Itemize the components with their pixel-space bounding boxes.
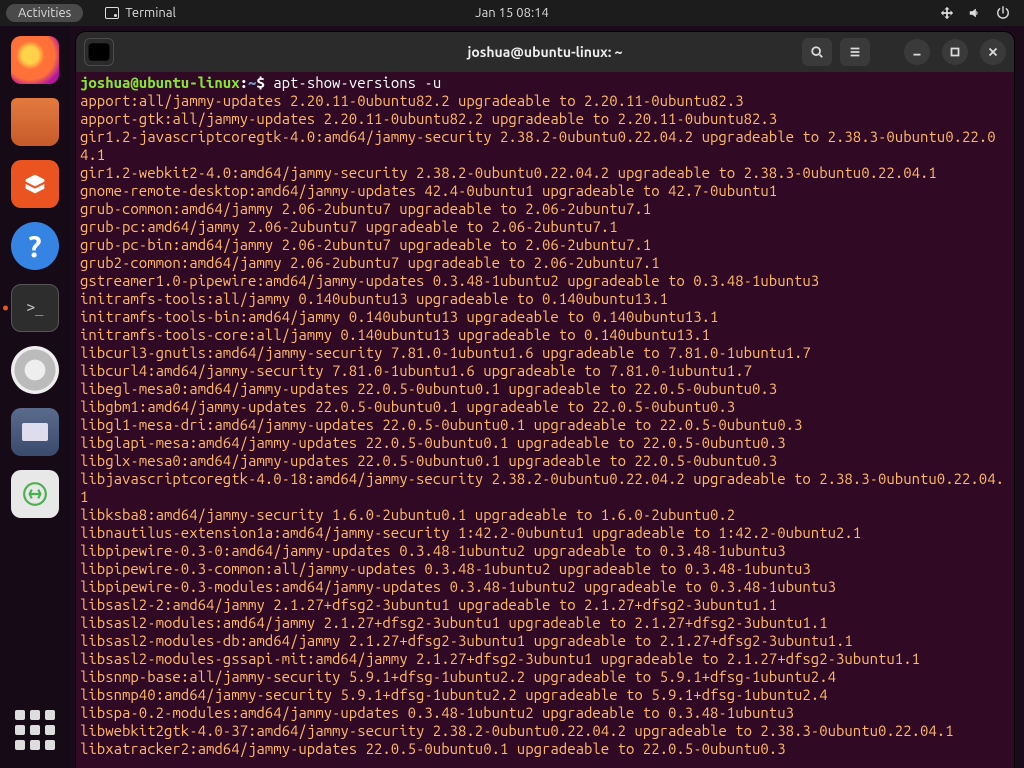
terminal-output-line: libjavascriptcoregtk-4.0-18:amd64/jammy-… xyxy=(80,470,1010,506)
terminal-window: joshua@ubuntu-linux: ~ joshua@ubuntu-lin… xyxy=(76,32,1014,768)
volume-icon xyxy=(968,6,982,20)
new-tab-button[interactable] xyxy=(84,38,114,66)
terminal-output-line: grub-pc:amd64/jammy 2.06-2ubuntu7 upgrad… xyxy=(80,218,1010,236)
terminal-output-line: gir1.2-javascriptcoregtk-4.0:amd64/jammy… xyxy=(80,128,1010,164)
terminal-output-line: grub-pc-bin:amd64/jammy 2.06-2ubuntu7 up… xyxy=(80,236,1010,254)
terminal-output-area[interactable]: joshua@ubuntu-linux:~$ apt-show-versions… xyxy=(76,72,1014,768)
terminal-output-line: libgbm1:amd64/jammy-updates 22.0.5-0ubun… xyxy=(80,398,1010,416)
terminal-output-line: libsasl2-modules-db:amd64/jammy 2.1.27+d… xyxy=(80,632,1010,650)
terminal-output-line: libxatracker2:amd64/jammy-updates 22.0.5… xyxy=(80,740,1010,758)
terminal-output-line: initramfs-tools:all/jammy 0.140ubuntu13 … xyxy=(80,290,1010,308)
terminal-output-line: libnautilus-extension1a:amd64/jammy-secu… xyxy=(80,524,1010,542)
terminal-output-line: initramfs-tools-bin:amd64/jammy 0.140ubu… xyxy=(80,308,1010,326)
dock-screenshot[interactable] xyxy=(11,408,59,456)
search-button[interactable] xyxy=(802,38,832,66)
terminal-output-line: libsasl2-2:amd64/jammy 2.1.27+dfsg2-3ubu… xyxy=(80,596,1010,614)
terminal-output-line: grub2-common:amd64/jammy 2.06-2ubuntu7 u… xyxy=(80,254,1010,272)
active-indicator-dot xyxy=(3,306,8,311)
active-app-label: Terminal xyxy=(125,6,176,20)
terminal-output-line: libksba8:amd64/jammy-security 1.6.0-2ubu… xyxy=(80,506,1010,524)
window-titlebar: joshua@ubuntu-linux: ~ xyxy=(76,32,1014,72)
terminal-output-line: libsasl2-modules:amd64/jammy 2.1.27+dfsg… xyxy=(80,614,1010,632)
hamburger-menu-button[interactable] xyxy=(840,38,870,66)
dock-terminal[interactable]: >_ xyxy=(11,284,59,332)
terminal-output-line: gstreamer1.0-pipewire:amd64/jammy-update… xyxy=(80,272,1010,290)
terminal-output-line: libcurl3-gnutls:amd64/jammy-security 7.8… xyxy=(80,344,1010,362)
terminal-output-line: libpipewire-0.3-modules:amd64/jammy-upda… xyxy=(80,578,1010,596)
dock-help[interactable]: ? xyxy=(11,222,59,270)
terminal-output-line: gnome-remote-desktop:amd64/jammy-updates… xyxy=(80,182,1010,200)
terminal-output-line: libglapi-mesa:amd64/jammy-updates 22.0.5… xyxy=(80,434,1010,452)
clock[interactable]: Jan 15 08:14 xyxy=(475,6,549,20)
dock-firefox[interactable] xyxy=(11,36,59,84)
gnome-dock: ? >_ xyxy=(0,26,70,768)
close-button[interactable] xyxy=(980,39,1006,65)
power-icon xyxy=(996,6,1010,20)
terminal-icon xyxy=(105,7,119,19)
terminal-output-line: libsnmp40:amd64/jammy-security 5.9.1+dfs… xyxy=(80,686,1010,704)
dock-trash[interactable] xyxy=(11,470,59,518)
activities-button[interactable]: Activities xyxy=(6,4,83,22)
terminal-prompt-line: joshua@ubuntu-linux:~$ apt-show-versions… xyxy=(80,74,1010,92)
terminal-output-line: libsasl2-modules-gssapi-mit:amd64/jammy … xyxy=(80,650,1010,668)
terminal-output-line: grub-common:amd64/jammy 2.06-2ubuntu7 up… xyxy=(80,200,1010,218)
terminal-output-line: libpipewire-0.3-common:all/jammy-updates… xyxy=(80,560,1010,578)
maximize-button[interactable] xyxy=(942,39,968,65)
terminal-output-line: libpipewire-0.3-0:amd64/jammy-updates 0.… xyxy=(80,542,1010,560)
gnome-top-bar: Activities Terminal Jan 15 08:14 xyxy=(0,0,1024,26)
terminal-output-line: initramfs-tools-core:all/jammy 0.140ubun… xyxy=(80,326,1010,344)
terminal-output-line: libcurl4:amd64/jammy-security 7.81.0-1ub… xyxy=(80,362,1010,380)
window-title: joshua@ubuntu-linux: ~ xyxy=(467,44,622,60)
network-icon xyxy=(940,6,954,20)
active-app-indicator[interactable]: Terminal xyxy=(105,6,176,20)
minimize-button[interactable] xyxy=(904,39,930,65)
terminal-output-line: apport-gtk:all/jammy-updates 2.20.11-0ub… xyxy=(80,110,1010,128)
show-applications-button[interactable] xyxy=(15,710,55,750)
terminal-output-line: libegl-mesa0:amd64/jammy-updates 22.0.5-… xyxy=(80,380,1010,398)
terminal-output-line: libwebkit2gtk-4.0-37:amd64/jammy-securit… xyxy=(80,722,1010,740)
terminal-output-line: libsnmp-base:all/jammy-security 5.9.1+df… xyxy=(80,668,1010,686)
dock-removable-disk[interactable] xyxy=(11,346,59,394)
terminal-output-line: libspa-0.2-modules:amd64/jammy-updates 0… xyxy=(80,704,1010,722)
terminal-output-line: libgl1-mesa-dri:amd64/jammy-updates 22.0… xyxy=(80,416,1010,434)
dock-software[interactable] xyxy=(11,160,59,208)
terminal-output-line: libglx-mesa0:amd64/jammy-updates 22.0.5-… xyxy=(80,452,1010,470)
dock-files[interactable] xyxy=(11,98,59,146)
system-tray[interactable] xyxy=(940,6,1024,20)
terminal-output-line: apport:all/jammy-updates 2.20.11-0ubuntu… xyxy=(80,92,1010,110)
terminal-output-line: gir1.2-webkit2-4.0:amd64/jammy-security … xyxy=(80,164,1010,182)
